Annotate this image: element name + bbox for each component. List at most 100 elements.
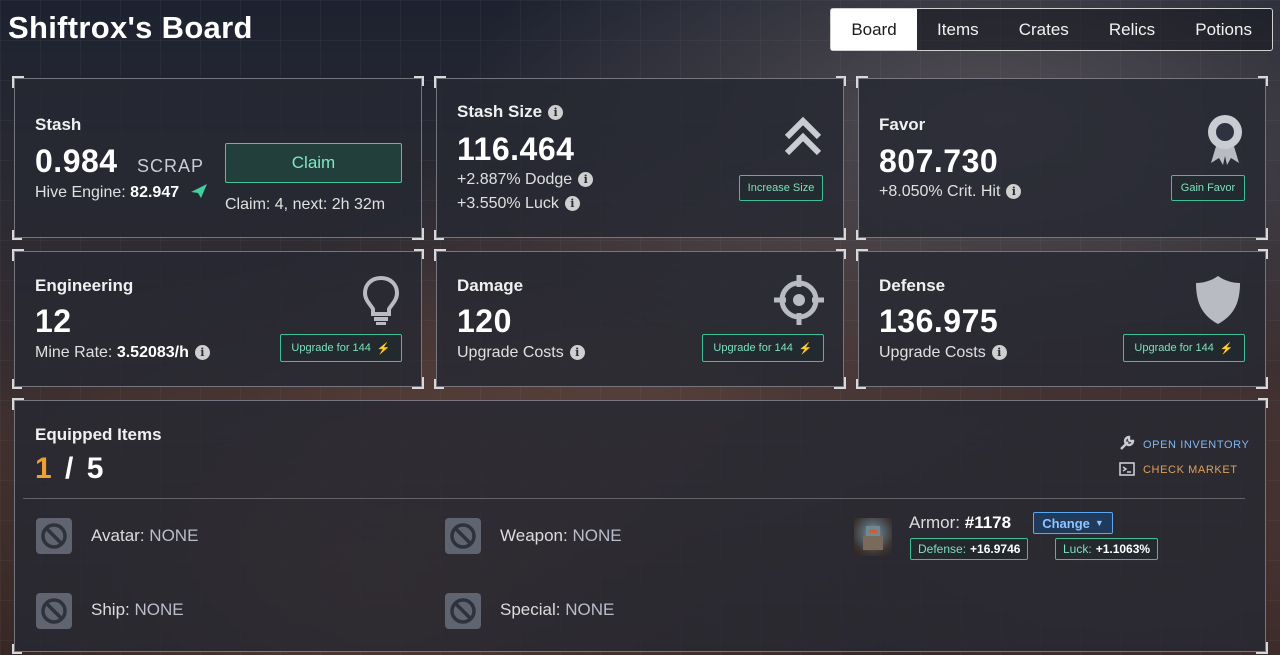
lightbulb-icon bbox=[361, 274, 401, 331]
wrench-icon bbox=[1119, 435, 1135, 454]
ban-icon[interactable] bbox=[36, 518, 72, 554]
armor-luck-label: Luck: bbox=[1063, 542, 1092, 556]
defense-costs: Upgrade Costs i bbox=[879, 344, 1007, 362]
stash-card: Stash 0.984 SCRAP Hive Engine: 82.947 Cl… bbox=[12, 76, 424, 240]
equipped-items-label: Equipped Items bbox=[35, 425, 162, 444]
page-title: Shiftrox's Board bbox=[8, 10, 253, 45]
armor-defense-stat: Defense: +16.9746 bbox=[910, 538, 1029, 560]
tab-potions[interactable]: Potions bbox=[1175, 9, 1272, 50]
damage-upgrade-label: Upgrade for 144 bbox=[713, 342, 793, 354]
hive-engine-label: Hive Engine: bbox=[35, 184, 126, 201]
armor-thumbnail[interactable] bbox=[854, 518, 892, 556]
equipped-current: 1 bbox=[35, 452, 53, 485]
defense-upgrade-button[interactable]: Upgrade for 144 ⚡ bbox=[1123, 334, 1245, 362]
info-icon[interactable]: i bbox=[578, 172, 594, 187]
armor-slot: Armor: #1178 bbox=[909, 513, 1011, 533]
ship-slot-value: NONE bbox=[134, 600, 184, 619]
damage-upgrade-button[interactable]: Upgrade for 144 ⚡ bbox=[702, 334, 824, 362]
gain-favor-button[interactable]: Gain Favor bbox=[1171, 175, 1245, 201]
bolt-icon: ⚡ bbox=[1219, 342, 1234, 355]
defense-label: Defense bbox=[879, 276, 946, 295]
info-icon[interactable]: i bbox=[569, 345, 585, 360]
info-icon[interactable]: i bbox=[194, 345, 210, 360]
open-inventory-link[interactable]: OPEN INVENTORY bbox=[1119, 435, 1249, 454]
armor-defense-value: +16.9746 bbox=[970, 542, 1021, 556]
engineering-label: Engineering bbox=[35, 276, 134, 295]
divider bbox=[23, 498, 1245, 499]
equipped-items-card: Equipped Items 1 / 5 OPEN INVENTORY CHEC… bbox=[12, 398, 1268, 654]
damage-label: Damage bbox=[457, 276, 524, 295]
armor-id: #1178 bbox=[964, 513, 1012, 532]
luck-info: +3.550% Luck i bbox=[457, 195, 580, 213]
defense-upgrade-label: Upgrade for 144 bbox=[1134, 342, 1214, 354]
double-chevron-up-icon bbox=[783, 115, 823, 162]
engineering-upgrade-button[interactable]: Upgrade for 144 ⚡ bbox=[280, 334, 402, 362]
weapon-slot-label: Weapon: bbox=[500, 526, 568, 545]
increase-size-button[interactable]: Increase Size bbox=[739, 175, 823, 201]
armor-luck-stat: Luck: +1.1063% bbox=[1055, 538, 1159, 560]
weapon-slot-value: NONE bbox=[572, 526, 622, 545]
armor-slot-label: Armor: bbox=[909, 513, 960, 532]
change-armor-button[interactable]: Change ▼ bbox=[1033, 512, 1113, 534]
info-icon[interactable]: i bbox=[991, 345, 1007, 360]
send-icon[interactable] bbox=[190, 183, 208, 204]
ship-slot: Ship: NONE bbox=[91, 600, 184, 620]
crit-info: +8.050% Crit. Hit i bbox=[879, 183, 1022, 201]
equipped-total: 5 bbox=[86, 452, 104, 485]
shield-icon bbox=[1193, 274, 1243, 331]
damage-value: 120 bbox=[457, 303, 512, 339]
damage-costs-label: Upgrade Costs bbox=[457, 344, 564, 361]
damage-costs: Upgrade Costs i bbox=[457, 344, 585, 362]
mine-rate-info: Mine Rate: 3.52083/h i bbox=[35, 344, 210, 362]
defense-value: 136.975 bbox=[879, 303, 999, 339]
engineering-value: 12 bbox=[35, 303, 72, 339]
tab-items[interactable]: Items bbox=[917, 9, 999, 50]
mine-rate-value: 3.52083/h bbox=[116, 344, 189, 361]
equipped-separator: / bbox=[65, 452, 74, 485]
hive-engine-info: Hive Engine: 82.947 bbox=[35, 183, 208, 204]
avatar-slot-label: Avatar: bbox=[91, 526, 145, 545]
award-medal-icon bbox=[1205, 113, 1245, 170]
favor-card: Favor 807.730 +8.050% Crit. Hit i Gain Fa… bbox=[856, 76, 1268, 240]
claim-button[interactable]: Claim bbox=[225, 143, 402, 183]
check-market-label: CHECK MARKET bbox=[1143, 464, 1238, 476]
hive-engine-value: 82.947 bbox=[130, 184, 180, 201]
engineering-upgrade-label: Upgrade for 144 bbox=[291, 342, 371, 354]
ban-icon[interactable] bbox=[445, 518, 481, 554]
info-icon[interactable]: i bbox=[564, 196, 580, 211]
claim-info: Claim: 4, next: 2h 32m bbox=[225, 196, 386, 213]
weapon-slot: Weapon: NONE bbox=[500, 526, 622, 546]
stash-size-label-text: Stash Size bbox=[457, 102, 543, 121]
bolt-icon: ⚡ bbox=[376, 342, 391, 355]
stash-unit: SCRAP bbox=[137, 156, 205, 176]
stash-label: Stash bbox=[35, 115, 82, 134]
armor-defense-label: Defense: bbox=[918, 542, 967, 556]
open-inventory-label: OPEN INVENTORY bbox=[1143, 439, 1250, 451]
ban-icon[interactable] bbox=[445, 593, 481, 629]
avatar-slot-value: NONE bbox=[149, 526, 199, 545]
equipped-count: 1 / 5 bbox=[35, 452, 104, 486]
tab-crates[interactable]: Crates bbox=[999, 9, 1089, 50]
info-icon[interactable]: i bbox=[1006, 184, 1022, 199]
ship-slot-label: Ship: bbox=[91, 600, 130, 619]
crosshair-icon bbox=[773, 274, 825, 331]
damage-card: Damage 120 Upgrade Costs i Upgrade for 14… bbox=[434, 249, 846, 389]
caret-down-icon: ▼ bbox=[1094, 518, 1104, 528]
bolt-icon: ⚡ bbox=[798, 342, 813, 355]
ban-icon[interactable] bbox=[36, 593, 72, 629]
tab-board[interactable]: Board bbox=[831, 9, 917, 50]
armor-luck-value: +1.1063% bbox=[1095, 542, 1151, 556]
tab-relics[interactable]: Relics bbox=[1089, 9, 1175, 50]
favor-value: 807.730 bbox=[879, 143, 999, 179]
avatar-slot: Avatar: NONE bbox=[91, 526, 198, 546]
check-market-link[interactable]: CHECK MARKET bbox=[1119, 462, 1238, 479]
defense-costs-label: Upgrade Costs bbox=[879, 344, 986, 361]
tab-bar: Board Items Crates Relics Potions bbox=[830, 8, 1273, 51]
terminal-icon bbox=[1119, 462, 1135, 479]
defense-card: Defense 136.975 Upgrade Costs i Upgrade f… bbox=[856, 249, 1268, 389]
luck-text: +3.550% Luck bbox=[457, 195, 559, 212]
mine-rate-label: Mine Rate: bbox=[35, 344, 113, 361]
stash-size-value: 116.464 bbox=[457, 131, 575, 167]
info-icon[interactable]: i bbox=[548, 105, 564, 120]
dodge-info: +2.887% Dodge i bbox=[457, 171, 594, 189]
